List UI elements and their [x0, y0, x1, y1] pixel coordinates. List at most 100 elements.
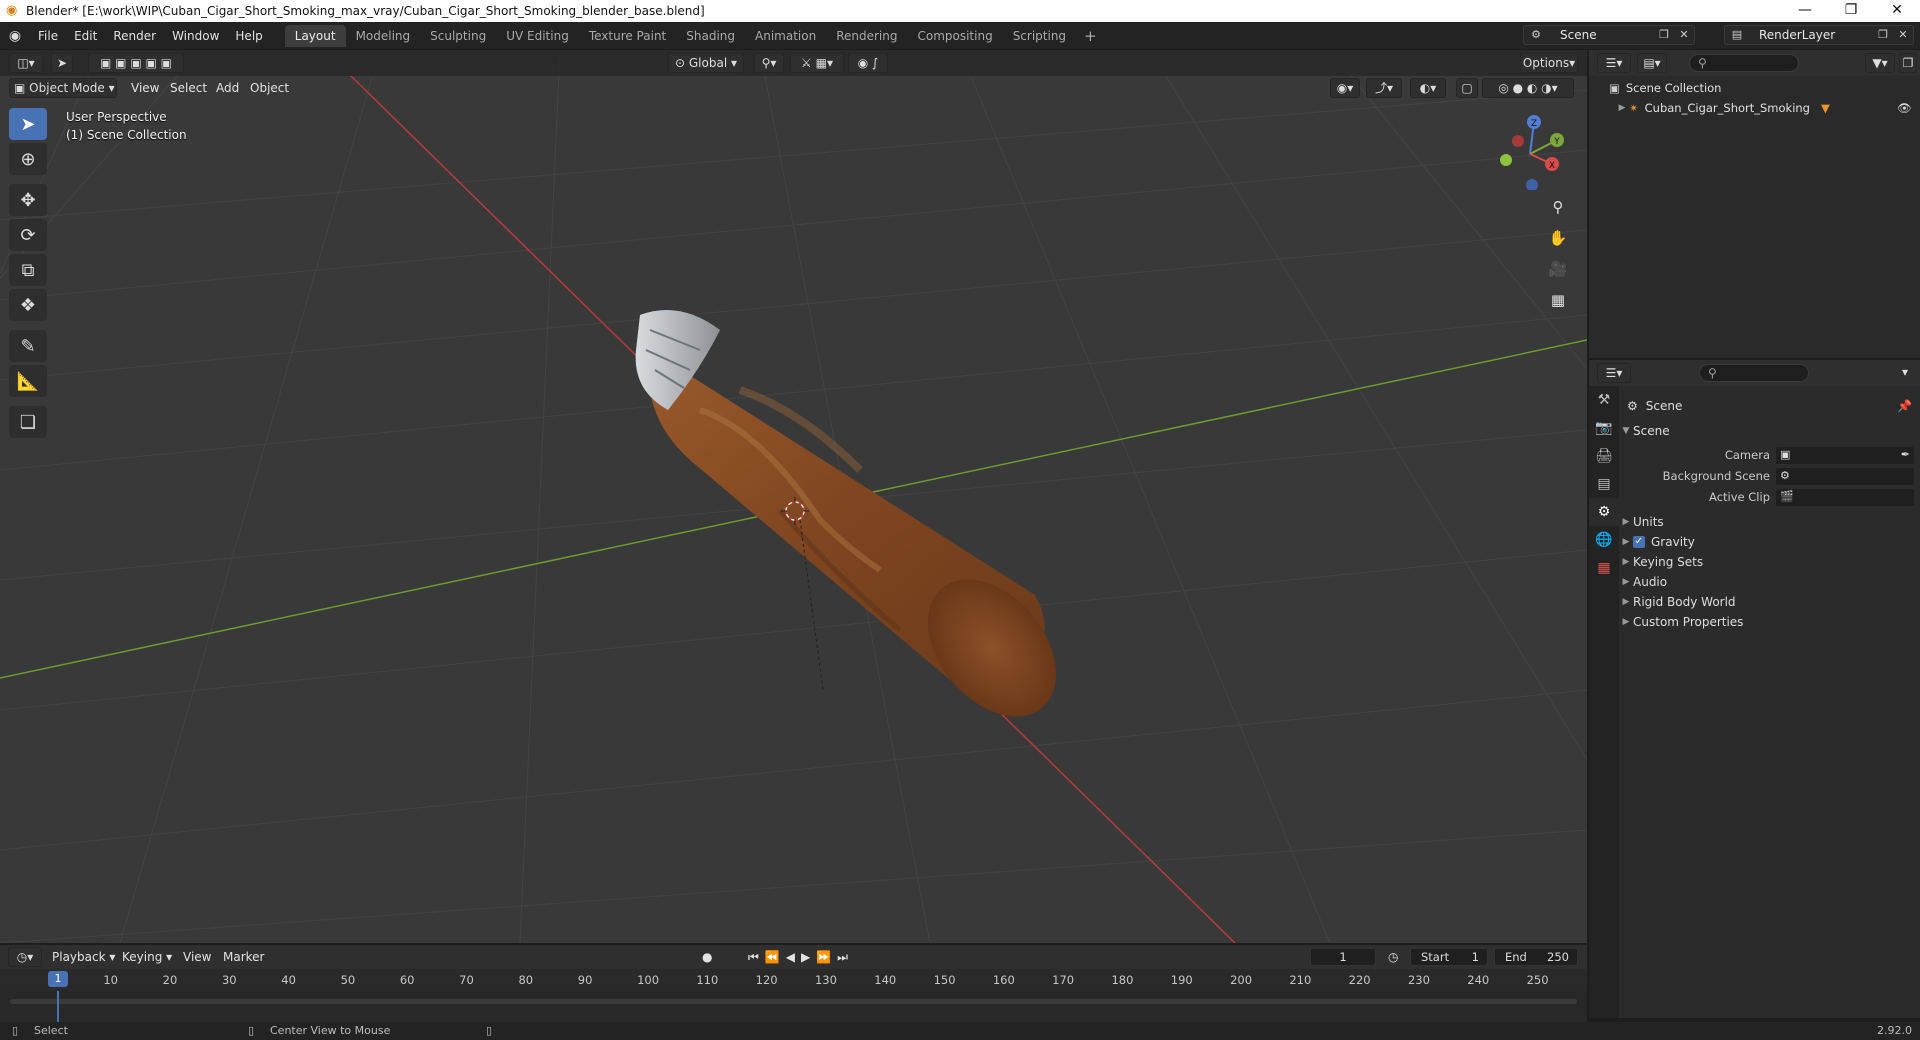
- pan-button[interactable]: ✋: [1545, 225, 1571, 251]
- tab-render[interactable]: 📷: [1589, 414, 1619, 442]
- select-mode-button[interactable]: ➤: [51, 53, 73, 73]
- editor-type-button[interactable]: ◫▾: [9, 53, 43, 73]
- tab-world[interactable]: 🌐: [1589, 526, 1619, 554]
- outliner-row-object[interactable]: ▶ ✴ Cuban_Cigar_Short_Smoking ▼ 👁: [1589, 98, 1920, 118]
- delete-layer-icon[interactable]: ✕: [1895, 28, 1911, 42]
- eyedropper-icon[interactable]: ✒: [1901, 448, 1910, 461]
- start-frame-field[interactable]: Start 1: [1410, 948, 1488, 966]
- add-workspace-button[interactable]: +: [1076, 25, 1105, 47]
- blender-menu-icon[interactable]: ◉: [0, 28, 30, 44]
- gravity-section[interactable]: ▶ ✓ Gravity: [1619, 532, 1920, 552]
- menu-edit[interactable]: Edit: [66, 25, 105, 47]
- tab-compositing[interactable]: Compositing: [907, 25, 1002, 47]
- tab-layout[interactable]: Layout: [284, 24, 346, 47]
- visibility-dropdown[interactable]: ◉▾: [1330, 78, 1360, 98]
- shading-mode-group[interactable]: ◎ ● ◐ ◑▾: [1482, 78, 1574, 98]
- playback-controls[interactable]: ⏮⏪◀▶⏩⏭: [748, 947, 854, 967]
- new-scene-icon[interactable]: ❐: [1656, 28, 1672, 42]
- mesh-data-icon[interactable]: ▼: [1821, 101, 1830, 115]
- active-clip-field[interactable]: 🎬: [1775, 487, 1915, 507]
- 3d-viewport[interactable]: ◫▾ ➤ ▣ ▣ ▣ ▣ ▣ ⊙ Global ▾ ⚲▾ ⚔ ▦▾ ◉ ∫ Op…: [0, 50, 1587, 943]
- move-tool[interactable]: ✥: [9, 184, 47, 216]
- measure-tool[interactable]: 📐: [9, 365, 47, 397]
- timeline-view-menu[interactable]: View: [183, 947, 211, 967]
- timeline-editor-type-button[interactable]: ◷▾: [8, 947, 42, 967]
- gravity-checkbox[interactable]: ✓: [1633, 536, 1645, 548]
- expand-arrow-icon[interactable]: ▶: [1615, 103, 1629, 113]
- camera-field[interactable]: ▣ ✒: [1775, 445, 1915, 465]
- orientation-dropdown[interactable]: ⊙ Global ▾: [668, 53, 744, 73]
- cursor-tool[interactable]: ⊕: [9, 143, 47, 175]
- scene-selector[interactable]: ⚙ Scene ❐ ✕: [1523, 25, 1695, 45]
- object-menu[interactable]: Object: [250, 78, 289, 98]
- timeline-keyframe-area[interactable]: [0, 991, 1587, 1022]
- tab-view-layer[interactable]: ▤: [1589, 470, 1619, 498]
- current-frame-field[interactable]: 1: [1310, 948, 1376, 966]
- preview-range-icon[interactable]: ◷: [1388, 947, 1398, 967]
- rotate-tool[interactable]: ⟳: [9, 219, 47, 251]
- menu-file[interactable]: File: [30, 25, 66, 47]
- annotate-tool[interactable]: ✎: [9, 330, 47, 362]
- transform-tool[interactable]: ❖: [9, 289, 47, 321]
- add-menu[interactable]: Add: [216, 78, 239, 98]
- tab-rendering[interactable]: Rendering: [826, 25, 907, 47]
- overlay-toggle[interactable]: ◐▾: [1410, 78, 1446, 98]
- options-dropdown[interactable]: Options▾: [1520, 53, 1578, 73]
- tab-modeling[interactable]: Modeling: [346, 25, 421, 47]
- tab-texture-paint[interactable]: Texture Paint: [579, 25, 676, 47]
- scene-panel-header[interactable]: ▼ Scene: [1619, 421, 1920, 441]
- filter-dropdown[interactable]: ▼▾: [1865, 53, 1895, 73]
- tab-animation[interactable]: Animation: [745, 25, 826, 47]
- zoom-button[interactable]: ⚲: [1545, 194, 1571, 220]
- timeline-ruler[interactable]: 1 10 20 30 40 50 60 70 80 90 100 110 120 130 140 150 16…: [0, 969, 1587, 991]
- units-section[interactable]: ▶ Units: [1619, 512, 1920, 532]
- pin-icon[interactable]: 📌: [1897, 399, 1912, 413]
- rigid-body-world-section[interactable]: ▶ Rigid Body World: [1619, 592, 1920, 612]
- tab-scene[interactable]: ⚙: [1589, 498, 1619, 526]
- marker-menu[interactable]: Marker: [223, 947, 264, 967]
- tab-texture[interactable]: ▦: [1589, 554, 1619, 582]
- view-menu[interactable]: View: [131, 78, 159, 98]
- close-button[interactable]: ✕: [1874, 0, 1920, 22]
- minimize-button[interactable]: —: [1782, 0, 1828, 22]
- timeline-scrollbar[interactable]: [10, 999, 1577, 1004]
- keying-menu[interactable]: Keying ▾: [122, 947, 172, 967]
- snap-toggle[interactable]: ⚔ ▦▾: [790, 53, 844, 73]
- keying-sets-section[interactable]: ▶ Keying Sets: [1619, 552, 1920, 572]
- delete-scene-icon[interactable]: ✕: [1676, 28, 1692, 42]
- menu-render[interactable]: Render: [105, 25, 164, 47]
- select-menu[interactable]: Select: [170, 78, 207, 98]
- viewport-scene[interactable]: [0, 50, 1587, 943]
- camera-view-button[interactable]: 🎥: [1545, 256, 1571, 282]
- background-scene-field[interactable]: ⚙: [1775, 466, 1915, 486]
- selection-modes-group[interactable]: ▣ ▣ ▣ ▣ ▣: [88, 53, 184, 73]
- render-layer-selector[interactable]: ▤ RenderLayer ❐ ✕: [1724, 25, 1914, 45]
- visibility-eye-icon[interactable]: 👁: [1897, 101, 1912, 115]
- tab-scripting[interactable]: Scripting: [1003, 25, 1076, 47]
- display-mode-dropdown[interactable]: ▤▾: [1637, 53, 1667, 73]
- pivot-dropdown[interactable]: ⚲▾: [754, 53, 784, 73]
- tab-output[interactable]: 🖨: [1589, 442, 1619, 470]
- current-frame-indicator[interactable]: 1: [48, 971, 68, 987]
- xray-toggle[interactable]: ▢: [1456, 78, 1478, 98]
- gizmo-toggle[interactable]: ⤴▾: [1366, 78, 1402, 98]
- tab-uv-editing[interactable]: UV Editing: [496, 25, 579, 47]
- menu-help[interactable]: Help: [227, 25, 270, 47]
- tab-shading[interactable]: Shading: [676, 25, 745, 47]
- scale-tool[interactable]: ⧉: [9, 254, 47, 286]
- audio-section[interactable]: ▶ Audio: [1619, 572, 1920, 592]
- outliner-editor-type-button[interactable]: ☰▾: [1597, 53, 1631, 73]
- menu-window[interactable]: Window: [164, 25, 227, 47]
- new-collection-button[interactable]: ❐: [1899, 53, 1917, 73]
- restore-button[interactable]: ❐: [1828, 0, 1874, 22]
- ortho-toggle-button[interactable]: ▦: [1545, 287, 1571, 313]
- end-frame-field[interactable]: End 250: [1494, 948, 1578, 966]
- mode-dropdown[interactable]: ▣ Object Mode ▾: [9, 78, 117, 98]
- properties-editor-type-button[interactable]: ☰▾: [1597, 363, 1631, 383]
- add-cube-tool[interactable]: ❏: [9, 406, 47, 438]
- outliner-row-scene-collection[interactable]: ▣ Scene Collection: [1589, 78, 1920, 98]
- cigar-model[interactable]: [635, 310, 1082, 741]
- record-button[interactable]: ●: [702, 947, 712, 967]
- properties-search-input[interactable]: ⚲: [1699, 364, 1809, 382]
- proportional-edit-toggle[interactable]: ◉ ∫: [848, 53, 888, 73]
